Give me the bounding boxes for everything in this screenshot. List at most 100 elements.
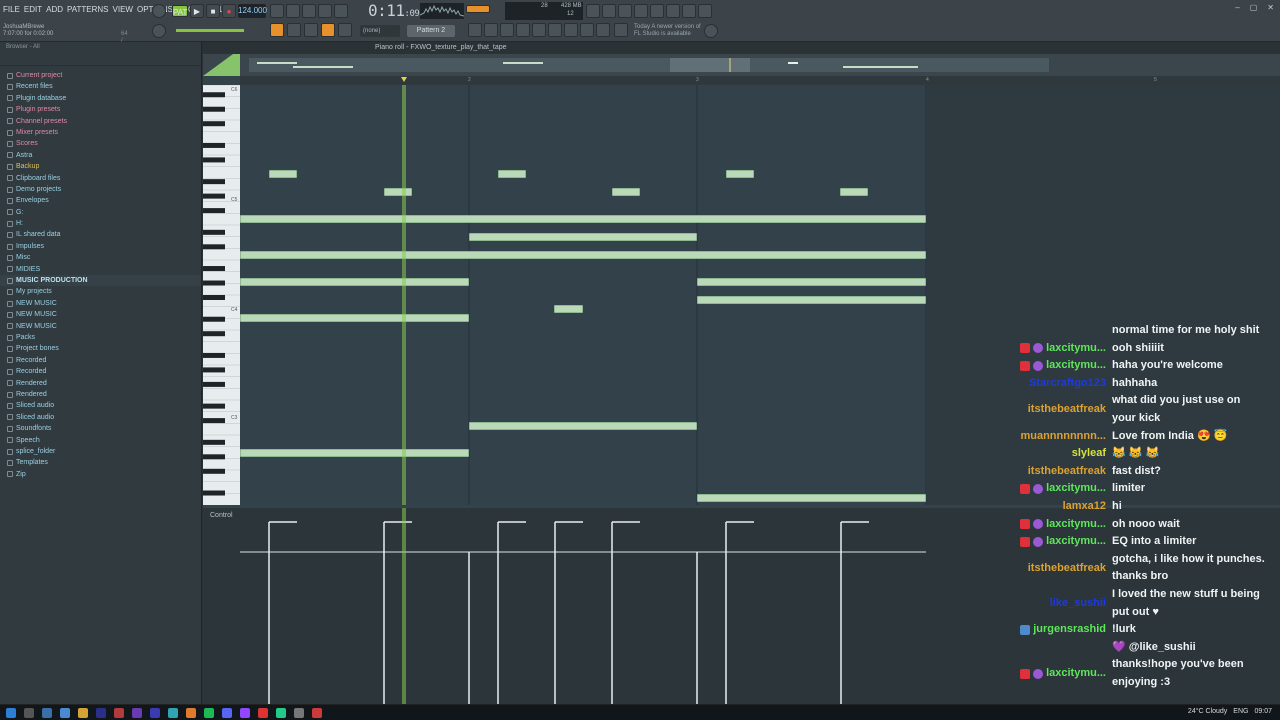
clock[interactable]: 09:07 bbox=[1254, 708, 1272, 715]
browser-item[interactable]: NEW MUSIC bbox=[0, 321, 201, 332]
spotify-icon[interactable] bbox=[204, 708, 214, 718]
chat-icon[interactable] bbox=[682, 4, 696, 18]
oscilloscope[interactable] bbox=[419, 3, 465, 19]
note[interactable] bbox=[269, 170, 297, 178]
cut-icon[interactable] bbox=[602, 4, 616, 18]
browser-item[interactable]: Speech bbox=[0, 435, 201, 446]
pattern-overview[interactable] bbox=[203, 54, 1280, 76]
blend-icon[interactable] bbox=[334, 4, 348, 18]
explorer-icon[interactable] bbox=[78, 708, 88, 718]
download-icon[interactable] bbox=[698, 4, 712, 18]
browser-item[interactable]: NEW MUSIC bbox=[0, 298, 201, 309]
chat-username[interactable]: Starcraftgo123 bbox=[1029, 375, 1106, 393]
magnet-icon[interactable] bbox=[338, 23, 352, 37]
fl-studio-icon[interactable] bbox=[186, 708, 196, 718]
plug-icon[interactable] bbox=[564, 23, 578, 37]
browser-item[interactable]: splice_folder bbox=[0, 446, 201, 457]
app-icon[interactable] bbox=[258, 708, 268, 718]
send-icon[interactable] bbox=[596, 23, 610, 37]
link-icon[interactable] bbox=[321, 23, 335, 37]
browser-item[interactable]: Sliced audio bbox=[0, 412, 201, 423]
app-icon[interactable] bbox=[132, 708, 142, 718]
browser-item[interactable]: Clipboard files bbox=[0, 173, 201, 184]
master-volume-slider[interactable] bbox=[176, 29, 244, 32]
app-icon[interactable] bbox=[150, 708, 160, 718]
note[interactable] bbox=[240, 314, 469, 322]
chat-username[interactable]: laxcitymu... bbox=[1046, 340, 1106, 358]
plugin-icon[interactable] bbox=[532, 23, 546, 37]
start-icon[interactable] bbox=[6, 708, 16, 718]
browser-item[interactable]: Backup bbox=[0, 161, 201, 172]
twitch-icon[interactable] bbox=[240, 708, 250, 718]
note[interactable] bbox=[697, 494, 926, 502]
piano-keyboard[interactable]: C6 C5 C4 C3 bbox=[203, 85, 240, 505]
browser-item[interactable]: Impulses bbox=[0, 241, 201, 252]
browser-item[interactable]: H: bbox=[0, 218, 201, 229]
chat-username[interactable]: like_sushii bbox=[1050, 595, 1106, 613]
weather-widget[interactable]: 24°C Cloudy bbox=[1188, 708, 1227, 715]
browser-header[interactable]: Browser - All bbox=[0, 42, 201, 52]
browser-item[interactable]: Soundfonts bbox=[0, 423, 201, 434]
note[interactable] bbox=[240, 449, 469, 457]
browser-icon[interactable] bbox=[548, 23, 562, 37]
browser-item[interactable]: IL shared data bbox=[0, 229, 201, 240]
browser-item[interactable]: Recorded bbox=[0, 355, 201, 366]
browser-item[interactable]: Astra bbox=[0, 150, 201, 161]
edge-icon[interactable] bbox=[60, 708, 70, 718]
chat-username[interactable]: laxcitymu... bbox=[1046, 357, 1106, 375]
browser-item[interactable]: Recent files bbox=[0, 81, 201, 92]
chat-username[interactable]: laxcitymu... bbox=[1046, 480, 1106, 498]
metronome-icon[interactable] bbox=[152, 4, 166, 18]
menu-item-add[interactable]: ADD bbox=[46, 4, 63, 15]
app-icon[interactable] bbox=[294, 708, 304, 718]
chat-username[interactable]: laxcitymu... bbox=[1046, 665, 1106, 683]
time-display[interactable]: 0:11:09 bbox=[368, 1, 420, 20]
discord-icon[interactable] bbox=[222, 708, 232, 718]
browser-item[interactable]: Project bones bbox=[0, 343, 201, 354]
channel-rack-icon[interactable] bbox=[500, 23, 514, 37]
note[interactable] bbox=[469, 233, 697, 241]
piano-roll-icon[interactable] bbox=[484, 23, 498, 37]
browser-item[interactable]: Plugin presets bbox=[0, 104, 201, 115]
chat-username[interactable]: laxcitymu... bbox=[1046, 516, 1106, 534]
snap-select[interactable]: (none) bbox=[360, 25, 400, 37]
browser-item[interactable]: NEW MUSIC bbox=[0, 309, 201, 320]
note[interactable] bbox=[697, 296, 926, 304]
mixer-icon[interactable] bbox=[516, 23, 530, 37]
close-button[interactable]: ✕ bbox=[1267, 3, 1274, 12]
app-icon[interactable] bbox=[312, 708, 322, 718]
chat-username[interactable]: jurgensrashid bbox=[1033, 621, 1106, 639]
step-edit-icon[interactable] bbox=[318, 4, 332, 18]
note[interactable] bbox=[697, 278, 926, 286]
browser-item[interactable]: Sliced audio bbox=[0, 400, 201, 411]
browser-item[interactable]: MIDIES bbox=[0, 264, 201, 275]
browser-item[interactable]: Recorded bbox=[0, 366, 201, 377]
task-view-icon[interactable] bbox=[42, 708, 52, 718]
minimize-button[interactable]: – bbox=[1235, 3, 1239, 12]
pattern-song-toggle[interactable]: PAT bbox=[172, 5, 188, 17]
menu-item-edit[interactable]: EDIT bbox=[24, 4, 42, 15]
undo-icon[interactable] bbox=[586, 4, 600, 18]
note[interactable] bbox=[612, 188, 640, 196]
chat-username[interactable]: slyleaf bbox=[1072, 445, 1106, 463]
browser-item[interactable]: Plugin database bbox=[0, 93, 201, 104]
browser-item[interactable]: Mixer presets bbox=[0, 127, 201, 138]
tempo-display[interactable]: 124.000 bbox=[238, 4, 267, 18]
note-selected[interactable] bbox=[554, 305, 583, 313]
note[interactable] bbox=[384, 188, 412, 196]
note[interactable] bbox=[726, 170, 754, 178]
browser-item[interactable]: Demo projects bbox=[0, 184, 201, 195]
arrow-icon[interactable] bbox=[287, 23, 301, 37]
loop-record-icon[interactable] bbox=[302, 4, 316, 18]
master-pitch-knob[interactable] bbox=[152, 24, 166, 38]
note[interactable] bbox=[469, 422, 697, 430]
browser-item[interactable]: MUSIC PRODUCTION bbox=[0, 275, 201, 287]
stop-button[interactable]: ■ bbox=[206, 4, 220, 18]
tempo-tap-icon[interactable] bbox=[580, 23, 594, 37]
note[interactable] bbox=[240, 215, 926, 223]
time-ruler[interactable]: 2 3 4 5 bbox=[240, 76, 1280, 85]
playlist-icon[interactable] bbox=[468, 23, 482, 37]
app-icon[interactable] bbox=[114, 708, 124, 718]
update-notice[interactable]: Today A newer version of FL Studio is av… bbox=[634, 24, 701, 38]
menu-item-patterns[interactable]: PATTERNS bbox=[67, 4, 108, 15]
